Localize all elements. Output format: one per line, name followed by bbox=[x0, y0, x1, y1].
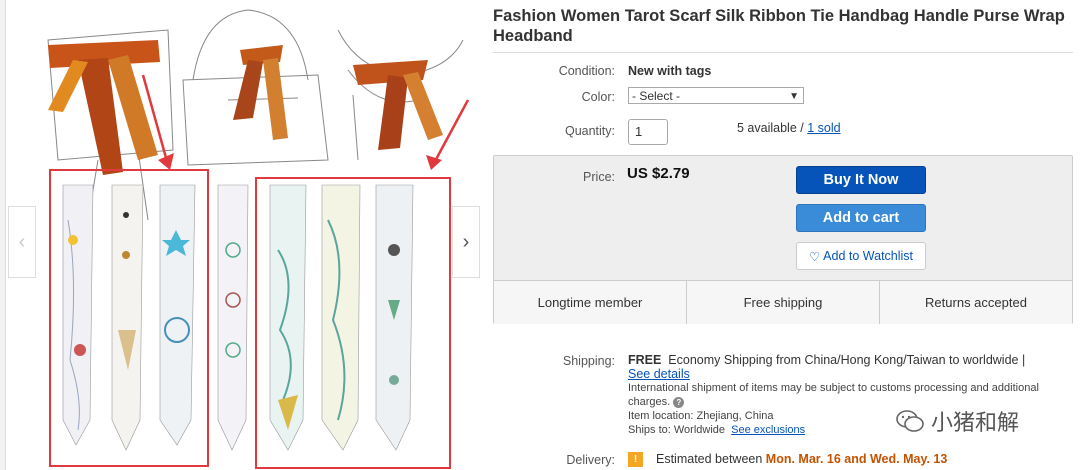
delivery-label: Delivery: bbox=[566, 453, 615, 467]
see-details-link[interactable]: See details bbox=[628, 367, 690, 381]
badge-free-shipping: Free shipping bbox=[687, 281, 880, 324]
color-select[interactable]: - Select - ▼ bbox=[628, 87, 804, 104]
chevron-right-icon: › bbox=[462, 230, 470, 253]
dropdown-arrow-icon: ▼ bbox=[789, 91, 799, 102]
quantity-input[interactable]: 1 bbox=[628, 119, 668, 145]
ribbons-group-1 bbox=[62, 184, 196, 451]
watermark: 小猪和解 bbox=[895, 405, 1019, 437]
shipping-method: Economy Shipping from China/Hong Kong/Ta… bbox=[668, 353, 1026, 367]
available-count: 5 available bbox=[737, 121, 797, 135]
heart-icon: ♡ bbox=[808, 249, 821, 264]
price-label: Price: bbox=[583, 170, 615, 184]
help-icon[interactable]: ? bbox=[673, 396, 685, 408]
shipping-label: Shipping: bbox=[562, 354, 615, 368]
product-title: Fashion Women Tarot Scarf Silk Ribbon Ti… bbox=[493, 7, 1065, 45]
flag-icon: ! bbox=[628, 452, 643, 467]
color-select-value: - Select - bbox=[632, 89, 681, 103]
chevron-left-icon: ‹ bbox=[18, 230, 26, 253]
add-to-cart-button[interactable]: Add to cart bbox=[796, 204, 926, 232]
condition-label: Condition: bbox=[558, 64, 615, 78]
wechat-icon bbox=[896, 410, 924, 432]
availability-separator: / bbox=[796, 121, 808, 135]
title-divider bbox=[493, 52, 1073, 53]
left-window-edge bbox=[0, 0, 6, 470]
delivery-estimate: Estimated between Mon. Mar. 16 and Wed. … bbox=[656, 452, 947, 466]
availability: 5 available / 1 sold bbox=[737, 121, 841, 135]
see-exclusions-link[interactable]: See exclusions bbox=[731, 424, 805, 436]
delivery-dates: Mon. Mar. 16 and Wed. May. 13 bbox=[765, 452, 948, 466]
next-image-button[interactable]: › bbox=[452, 206, 480, 278]
ribbons-group-2 bbox=[269, 184, 414, 451]
seller-badges: Longtime member Free shipping Returns ac… bbox=[494, 280, 1072, 324]
ribbon-middle bbox=[217, 184, 249, 451]
badge-returns-accepted: Returns accepted bbox=[925, 295, 1027, 310]
sold-link[interactable]: 1 sold bbox=[807, 121, 840, 135]
price-value: US $2.79 bbox=[627, 165, 690, 182]
condition-value: New with tags bbox=[628, 64, 712, 78]
previous-image-button[interactable]: ‹ bbox=[8, 206, 36, 278]
watermark-text: 小猪和解 bbox=[931, 410, 1020, 435]
shipping-free: FREE bbox=[628, 353, 662, 367]
color-label: Color: bbox=[581, 90, 615, 104]
buy-it-now-button[interactable]: Buy It Now bbox=[796, 166, 926, 194]
watchlist-label: Add to Watchlist bbox=[823, 249, 914, 263]
quantity-label: Quantity: bbox=[564, 124, 615, 138]
add-to-watchlist-button[interactable]: ♡ Add to Watchlist bbox=[796, 242, 926, 270]
image-gallery: ‹ › bbox=[0, 0, 483, 470]
delivery-text: Estimated between bbox=[656, 452, 763, 466]
ships-to: Ships to: Worldwide bbox=[628, 424, 726, 436]
badge-longtime-member: Longtime member bbox=[494, 281, 687, 324]
product-image[interactable] bbox=[8, 0, 478, 470]
